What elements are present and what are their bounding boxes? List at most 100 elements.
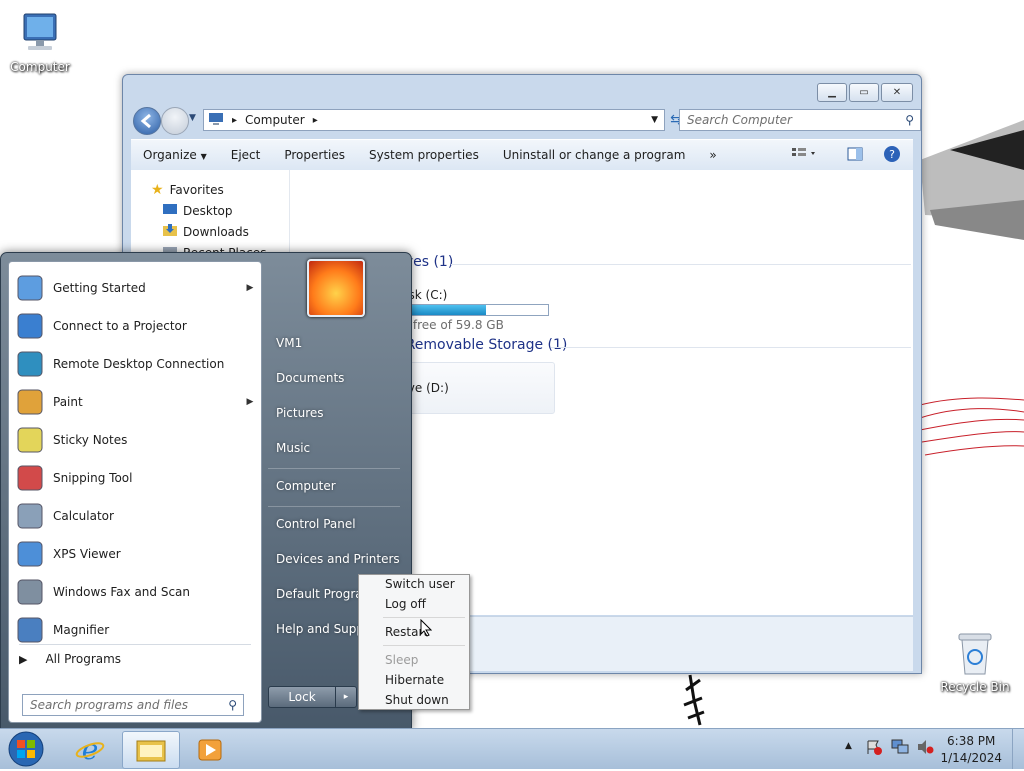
internet-explorer-icon: e — [75, 733, 105, 766]
menu-hibernate[interactable]: Hibernate — [385, 673, 444, 687]
maximize-icon: ▭ — [859, 87, 869, 98]
back-button[interactable] — [133, 107, 161, 135]
address-location[interactable]: Computer — [245, 113, 305, 127]
program-item[interactable]: XPS Viewer — [13, 536, 257, 572]
recycle-bin-icon — [955, 630, 995, 678]
submenu-arrow-icon[interactable]: ▶ — [243, 397, 257, 407]
start-user-folder[interactable]: VM1 — [276, 336, 302, 350]
menu-separator — [383, 645, 465, 646]
start-devices-printers[interactable]: Devices and Printers — [276, 552, 400, 566]
program-item[interactable]: Sticky Notes — [13, 422, 257, 458]
user-picture-avatar[interactable] — [307, 259, 365, 317]
search-box[interactable]: Search Computer ⚲ — [679, 109, 921, 131]
all-programs-button[interactable]: ▶ All Programs — [19, 652, 121, 666]
volume-muted-icon[interactable] — [916, 739, 934, 758]
taskbar-clock[interactable]: 6:38 PM 1/14/2024 — [940, 733, 1002, 767]
search-icon[interactable]: ⚲ — [905, 113, 914, 127]
getting-started-icon — [15, 273, 45, 303]
program-item[interactable]: Connect to a Projector — [13, 308, 257, 344]
start-search-input[interactable]: Search programs and files — [30, 698, 188, 712]
menu-separator — [383, 617, 465, 618]
media-player-icon — [198, 738, 224, 765]
submenu-arrow-icon[interactable]: ▶ — [243, 283, 257, 293]
program-item[interactable]: Calculator — [13, 498, 257, 534]
start-menu: Getting Started ▶ Connect to a Projector Re… — [0, 252, 412, 730]
program-item[interactable]: Windows Fax and Scan — [13, 574, 257, 610]
search-input[interactable]: Search Computer — [687, 113, 792, 127]
menu-shut-down[interactable]: Shut down — [385, 693, 449, 707]
desktop-icon-recycle-bin[interactable]: Recycle Bin — [939, 630, 1011, 694]
program-item-label: Getting Started — [53, 281, 146, 295]
more-commands-button[interactable]: » — [697, 148, 728, 162]
program-item-label: Remote Desktop Connection — [53, 357, 225, 371]
program-item-label: XPS Viewer — [53, 547, 121, 561]
address-root-arrow[interactable]: ▸ — [232, 115, 237, 126]
system-properties-button[interactable]: System properties — [357, 148, 491, 162]
program-item[interactable]: Snipping Tool — [13, 460, 257, 496]
preview-pane-button[interactable] — [847, 147, 863, 164]
minimize-icon: ▁ — [828, 87, 836, 98]
properties-button[interactable]: Properties — [272, 148, 357, 162]
start-right-separator — [268, 468, 400, 469]
minimize-button[interactable]: ▁ — [817, 83, 847, 102]
computer-small-icon — [208, 112, 224, 129]
taskbar-media-player[interactable] — [182, 731, 238, 767]
show-desktop-button[interactable] — [1012, 729, 1024, 769]
close-button[interactable]: ✕ — [881, 83, 913, 102]
taskbar-windows-explorer[interactable] — [122, 731, 180, 769]
recent-pages-chevron-icon[interactable]: ▼ — [189, 113, 196, 123]
taskbar-internet-explorer[interactable]: e — [62, 731, 118, 767]
menu-switch-user[interactable]: Switch user — [385, 577, 455, 591]
address-trail-arrow[interactable]: ▸ — [313, 115, 318, 126]
start-search-box[interactable]: Search programs and files ⚲ — [22, 694, 244, 716]
svg-text:?: ? — [889, 148, 895, 161]
downloads-folder-icon — [163, 224, 177, 239]
start-right-separator — [268, 506, 400, 507]
star-icon: ★ — [151, 182, 164, 198]
start-documents[interactable]: Documents — [276, 371, 344, 385]
all-programs-arrow-icon: ▶ — [19, 652, 28, 666]
maximize-button[interactable]: ▭ — [849, 83, 879, 102]
program-item[interactable]: Remote Desktop Connection — [13, 346, 257, 382]
change-view-button[interactable] — [791, 147, 819, 164]
program-item[interactable]: Paint ▶ — [13, 384, 257, 420]
network-icon[interactable] — [891, 739, 909, 758]
help-button[interactable]: ? — [883, 145, 901, 166]
menu-log-off[interactable]: Log off — [385, 597, 426, 611]
eject-button[interactable]: Eject — [219, 148, 273, 162]
preview-pane-icon — [847, 147, 863, 161]
taskbar: e ▲ 6:38 PM 1/14/2024 — [0, 728, 1024, 769]
desktop-icon-computer[interactable]: Computer — [4, 10, 76, 74]
start-menu-separator — [19, 644, 251, 645]
close-icon: ✕ — [892, 87, 902, 98]
action-center-flag-icon[interactable] — [866, 739, 882, 758]
address-dropdown-icon[interactable]: ▼ — [651, 115, 658, 125]
address-bar[interactable]: ▸ Computer ▸ ▼ — [203, 109, 665, 131]
start-computer[interactable]: Computer — [276, 479, 336, 493]
organize-button[interactable]: Organize ▼ — [131, 148, 219, 162]
show-hidden-icons-button[interactable]: ▲ — [845, 741, 852, 751]
nav-favorites[interactable]: ★ Favorites — [151, 182, 224, 198]
search-icon[interactable]: ⚲ — [228, 698, 237, 712]
command-bar: Organize ▼ Eject Properties System prope… — [131, 139, 913, 171]
window-caption-buttons: ▁ ▭ ✕ — [817, 83, 913, 102]
lock-button[interactable]: Lock — [268, 686, 336, 708]
program-item[interactable]: Getting Started ▶ — [13, 270, 257, 306]
start-button[interactable] — [4, 730, 48, 768]
nav-downloads[interactable]: Downloads — [163, 224, 249, 239]
nav-desktop[interactable]: Desktop — [163, 203, 233, 218]
svg-text:e: e — [82, 735, 99, 763]
forward-button[interactable] — [161, 107, 189, 135]
program-item[interactable]: Magnifier — [13, 612, 257, 648]
group-divider — [551, 347, 911, 348]
calculator-icon — [15, 501, 45, 531]
windows-orb-icon — [8, 731, 44, 767]
start-pictures[interactable]: Pictures — [276, 406, 324, 420]
start-music[interactable]: Music — [276, 441, 310, 455]
snipping-tool-icon — [15, 463, 45, 493]
power-options-arrow-button[interactable]: ▸ — [335, 686, 357, 708]
uninstall-program-button[interactable]: Uninstall or change a program — [491, 148, 698, 162]
computer-icon — [16, 10, 64, 58]
paint-icon — [15, 387, 45, 417]
start-control-panel[interactable]: Control Panel — [276, 517, 356, 531]
